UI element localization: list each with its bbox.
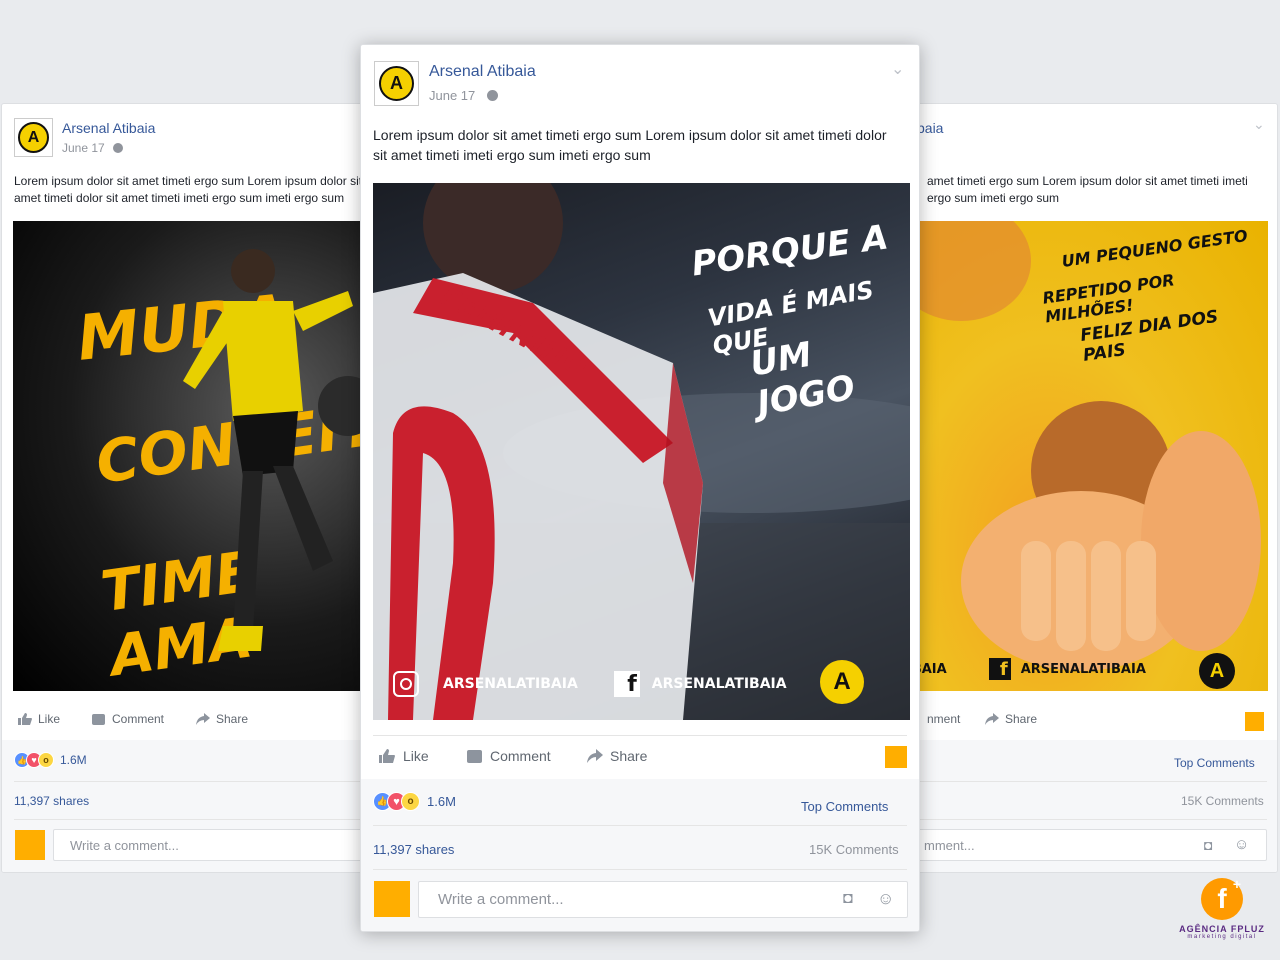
facebook-handle: ARSENALATIBAIA	[1020, 661, 1146, 677]
page-avatar[interactable]: A	[374, 61, 419, 106]
reactions[interactable]: 👍 ♥ o 1.6M	[373, 792, 456, 811]
divider	[373, 735, 907, 736]
top-comments-toggle[interactable]: Top Comments	[1174, 756, 1255, 770]
action-bar: Like Comment Share	[379, 748, 647, 764]
comment-button[interactable]: Comment	[467, 748, 587, 764]
comment-label: Comment	[490, 748, 551, 764]
instagram-handle: ARSENALATIBAIA	[443, 676, 578, 692]
share-label: Share	[216, 712, 249, 726]
comment-placeholder: Write a comment...	[438, 891, 564, 908]
chevron-down-icon[interactable]: ⌄	[891, 59, 904, 79]
comment-icon	[467, 749, 482, 763]
globe-icon	[112, 143, 123, 153]
user-avatar	[374, 881, 410, 917]
comment-icon	[92, 713, 105, 725]
page-avatar[interactable]: A	[14, 118, 53, 157]
post-text: Lorem ipsum dolor sit amet timeti ergo s…	[14, 174, 363, 205]
thumb-up-icon	[18, 713, 32, 725]
divider	[14, 819, 378, 820]
share-button[interactable]: Share	[587, 748, 647, 764]
like-button[interactable]: Like	[379, 748, 467, 764]
post-date[interactable]: June 17	[62, 141, 123, 155]
divider	[901, 781, 1267, 782]
thumb-up-icon	[379, 749, 395, 763]
share-icon	[587, 749, 603, 763]
agency-name: AGÊNCIA FPLUZ	[1179, 924, 1265, 934]
comment-button[interactable]: Comment	[92, 712, 196, 726]
social-handles: IBAIA f ARSENALATIBAIA	[907, 658, 1146, 680]
comment-input[interactable]: Write a comment...	[53, 829, 378, 861]
reactions-count: 1.6M	[60, 753, 87, 767]
comments-count[interactable]: 15K Comments	[1181, 794, 1264, 808]
shares-count[interactable]: 11,397 shares	[14, 794, 89, 808]
post-text: amet timeti ergo sum Lorem ipsum dolor s…	[927, 174, 1248, 205]
like-button[interactable]: Like	[18, 712, 92, 726]
comments-count[interactable]: 15K Comments	[809, 842, 899, 857]
divider	[901, 819, 1267, 820]
page-name[interactable]: Arsenal Atibaia	[62, 120, 155, 136]
shares-count[interactable]: 11,397 shares	[373, 842, 454, 857]
post-text: Lorem ipsum dolor sit amet timeti ergo s…	[373, 127, 887, 163]
top-comments-toggle[interactable]: Top Comments	[801, 799, 888, 814]
agency-logo: f + AGÊNCIA FPLUZ marketing digital	[1176, 876, 1268, 940]
share-button[interactable]: Share	[196, 712, 248, 726]
soccer-player-illustration	[183, 249, 363, 651]
post-image[interactable]: MUDA CONCEITO TIME AMA	[13, 221, 378, 691]
reactions[interactable]: 👍 ♥ o 1.6M	[14, 752, 87, 768]
divider	[373, 869, 907, 870]
facebook-icon: f	[988, 658, 1011, 680]
share-button[interactable]: Share	[985, 712, 1037, 726]
chevron-down-icon[interactable]: ⌄	[1253, 116, 1265, 133]
instagram-icon	[393, 671, 419, 697]
facebook-icon: f	[613, 671, 640, 697]
post-card-right: baia ⌄ amet timeti ergo sum Lorem ipsum …	[900, 103, 1278, 873]
comment-input[interactable]: mment... ◘ ☺	[901, 829, 1267, 861]
action-bar: nment Share	[927, 712, 1037, 726]
post-image[interactable]: UM PEQUENO GESTO REPETIDO POR MILHÕES! F…	[901, 221, 1268, 691]
arsenal-logo-icon: A	[379, 66, 414, 101]
social-handles: ARSENALATIBAIA f ARSENALATIBAIA	[393, 671, 787, 697]
facebook-handle: ARSENALATIBAIA	[651, 676, 787, 692]
arsenal-logo-icon: A	[1199, 653, 1235, 689]
post-card-left: A Arsenal Atibaia June 17 Lorem ipsum do…	[1, 103, 379, 873]
orange-square	[1245, 712, 1264, 731]
post-date[interactable]: June 17	[429, 88, 499, 103]
divider	[373, 825, 907, 826]
page-name[interactable]: baia	[917, 120, 943, 136]
wow-reaction-icon: o	[401, 792, 420, 811]
post-card-center: A Arsenal Atibaia June 17 ⌄ Lorem ipsum …	[360, 44, 920, 932]
wow-reaction-icon: o	[38, 752, 54, 768]
user-avatar	[15, 830, 45, 860]
share-icon	[196, 713, 210, 725]
arsenal-logo-icon: A	[18, 122, 49, 153]
comment-button[interactable]: nment	[927, 712, 985, 726]
share-label: Share	[1005, 712, 1038, 726]
agency-tagline: marketing digital	[1187, 934, 1257, 940]
smile-icon[interactable]: ☺	[877, 889, 894, 909]
fpluz-logo-icon: f +	[1201, 876, 1243, 920]
arsenal-logo-icon: A	[820, 660, 864, 704]
post-image[interactable]: FEMININO PORQUE A VIDA É MAIS QUE UM JOG…	[373, 183, 910, 720]
smile-icon[interactable]: ☺	[1234, 836, 1249, 853]
action-bar: Like Comment Share	[18, 712, 248, 726]
page-name[interactable]: Arsenal Atibaia	[429, 63, 536, 81]
globe-icon	[487, 90, 499, 101]
share-icon	[985, 713, 999, 725]
comment-placeholder: Write a comment...	[70, 837, 179, 853]
comment-input[interactable]: Write a comment... ◘ ☺	[418, 881, 908, 918]
comment-label: nment	[927, 712, 961, 726]
comment-label: Comment	[112, 712, 165, 726]
like-label: Like	[38, 712, 61, 726]
like-label: Like	[403, 748, 429, 764]
camera-icon[interactable]: ◘	[843, 890, 853, 908]
share-label: Share	[610, 748, 648, 764]
reactions-count: 1.6M	[427, 794, 456, 809]
comment-placeholder: mment...	[924, 837, 975, 853]
orange-square	[885, 746, 907, 768]
camera-icon[interactable]: ◘	[1204, 837, 1212, 853]
divider	[14, 781, 378, 782]
